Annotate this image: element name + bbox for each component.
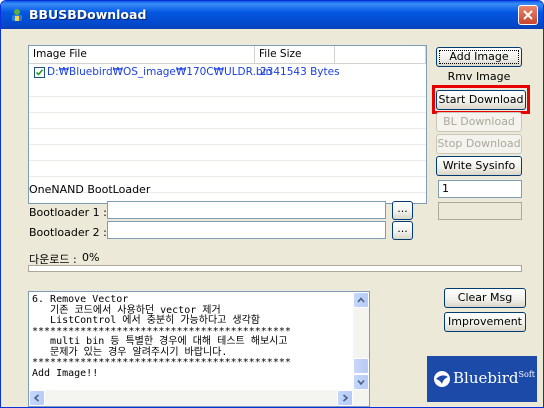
chevron-down-icon xyxy=(357,379,365,386)
grid-line xyxy=(29,96,426,97)
row-checkbox[interactable] xyxy=(34,67,45,78)
close-button[interactable] xyxy=(518,5,538,25)
download-percent: 0% xyxy=(82,251,100,264)
clear-msg-button[interactable]: Clear Msg xyxy=(444,288,526,308)
chevron-left-icon xyxy=(33,394,40,402)
client-area: Image File File Size D:₩Bluebird₩OS_imag… xyxy=(4,30,540,407)
scroll-up-button[interactable] xyxy=(353,292,369,308)
vertical-scrollbar[interactable] xyxy=(353,292,369,390)
grid-line xyxy=(29,128,426,129)
checkmark-icon xyxy=(35,69,44,76)
column-empty xyxy=(335,46,426,63)
stop-download-button[interactable]: Stop Download xyxy=(436,134,522,154)
bird-logo-icon xyxy=(434,371,450,387)
scroll-left-button[interactable] xyxy=(29,390,45,406)
column-file-size[interactable]: File Size xyxy=(255,46,335,63)
scroll-thumb[interactable] xyxy=(353,358,369,374)
bootloader2-input[interactable] xyxy=(107,221,386,239)
scroll-down-button[interactable] xyxy=(353,374,369,390)
highlight-box xyxy=(432,85,530,114)
bootloader2-label: Bootloader 2 : xyxy=(29,226,107,239)
browse-bootloader1-button[interactable]: ... xyxy=(392,201,413,220)
window-title: BBUSBDownload xyxy=(29,7,147,22)
table-row[interactable]: D:₩Bluebird₩OS_image₩170C₩ULDR.bin 23415… xyxy=(30,64,426,80)
bootloader1-input[interactable] xyxy=(107,201,386,219)
grid-line xyxy=(29,144,426,145)
bl-download-button[interactable]: BL Download xyxy=(436,112,522,132)
disabled-field xyxy=(438,202,522,220)
app-icon xyxy=(9,7,25,23)
log-output[interactable]: 6. Remove Vector 기존 코드에서 사용하던 vector 제거 … xyxy=(28,291,370,407)
grid-line xyxy=(29,112,426,113)
bootloader-group-label: OneNAND BootLoader xyxy=(29,183,151,196)
list-header: Image File File Size xyxy=(29,46,426,64)
download-progress-bar xyxy=(28,265,522,272)
write-sysinfo-button[interactable]: Write Sysinfo xyxy=(436,156,522,176)
sysinfo-input[interactable]: 1 xyxy=(438,180,522,198)
row-file-path: D:₩Bluebird₩OS_image₩170C₩ULDR.bin xyxy=(47,66,273,78)
add-image-button[interactable]: Add Image xyxy=(436,47,522,67)
chevron-right-icon xyxy=(342,394,349,402)
title-bar[interactable]: BBUSBDownload xyxy=(1,1,543,29)
grid-line xyxy=(29,160,426,161)
main-window: BBUSBDownload Image File File Size D:₩Bl… xyxy=(0,0,544,408)
horizontal-scrollbar[interactable] xyxy=(29,390,369,406)
close-icon xyxy=(523,10,533,20)
column-image-file[interactable]: Image File xyxy=(29,46,255,63)
row-file-size: 2341543 Bytes xyxy=(260,66,340,78)
logo-text: BluebirdSoft xyxy=(453,369,536,387)
grid-line xyxy=(29,176,426,177)
image-file-list[interactable]: Image File File Size D:₩Bluebird₩OS_imag… xyxy=(28,45,427,204)
log-text: 6. Remove Vector 기존 코드에서 사용하던 vector 제거 … xyxy=(32,294,291,379)
bluebird-logo: BluebirdSoft xyxy=(427,356,537,402)
scroll-right-button[interactable] xyxy=(337,390,353,406)
bootloader1-label: Bootloader 1 : xyxy=(29,206,107,219)
improvement-button[interactable]: Improvement xyxy=(444,312,526,332)
browse-bootloader2-button[interactable]: ... xyxy=(392,221,413,240)
chevron-up-icon xyxy=(357,297,365,303)
rmv-image-button[interactable]: Rmv Image xyxy=(436,67,522,87)
